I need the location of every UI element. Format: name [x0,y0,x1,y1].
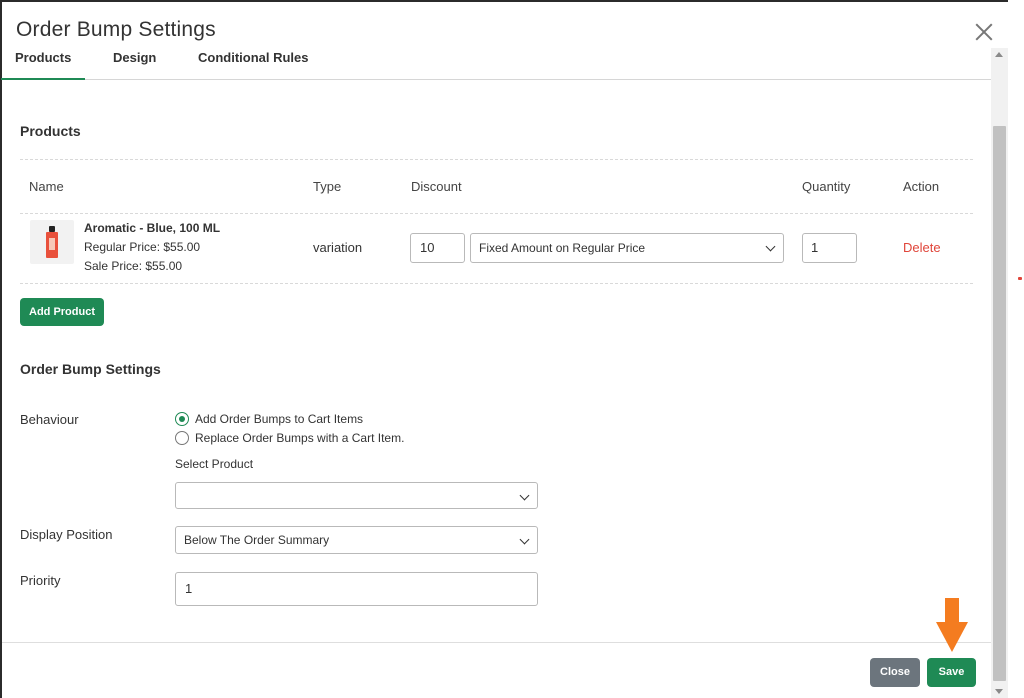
display-position-select[interactable]: Below The Order Summary [175,526,538,554]
bump-settings-title: Order Bump Settings [20,361,161,377]
product-sale-price: Sale Price: $55.00 [84,259,183,273]
column-header-type: Type [313,179,342,194]
modal-title: Order Bump Settings [16,18,216,41]
radio-replace-order-bumps[interactable] [175,431,189,445]
table-divider [20,213,973,214]
save-button[interactable]: Save [927,658,976,687]
display-position-value: Below The Order Summary [184,533,330,547]
discount-value-input[interactable]: 10 [410,233,465,263]
column-header-discount: Discount [411,179,462,194]
close-x-icon[interactable] [972,20,996,44]
tab-bar: Products Design Conditional Rules [0,48,992,80]
table-divider [20,159,973,160]
column-header-name: Name [29,179,64,194]
tab-products[interactable]: Products [0,50,86,80]
quantity-input[interactable]: 1 [802,233,857,263]
behaviour-label: Behaviour [20,412,79,427]
radio-replace-order-bumps-label: Replace Order Bumps with a Cart Item. [195,431,405,445]
product-type: variation [313,240,363,255]
select-product-dropdown[interactable] [175,482,538,509]
background-marker [1018,277,1022,280]
discount-type-value: Fixed Amount on Regular Price [479,241,646,255]
display-position-label: Display Position [20,527,113,542]
priority-label: Priority [20,573,61,588]
footer-divider [2,642,991,643]
perfume-bottle-icon [46,226,58,258]
select-product-label: Select Product [175,457,254,471]
radio-add-order-bumps[interactable] [175,412,189,426]
tab-design[interactable]: Design [113,50,156,79]
order-bump-settings-modal: Order Bump Settings Products Design Cond… [0,0,1008,698]
tab-conditional-rules[interactable]: Conditional Rules [198,50,309,79]
priority-input[interactable]: 1 [175,572,538,606]
products-section-title: Products [20,123,81,139]
product-name: Aromatic - Blue, 100 ML [84,221,221,235]
table-divider [20,283,973,284]
product-thumbnail [30,220,74,264]
add-product-button[interactable]: Add Product [20,298,104,326]
close-button[interactable]: Close [870,658,920,687]
product-regular-price: Regular Price: $55.00 [84,240,201,254]
scroll-down-icon[interactable] [995,689,1003,694]
column-header-quantity: Quantity [802,179,851,194]
column-header-action: Action [903,179,940,194]
radio-add-order-bumps-label: Add Order Bumps to Cart Items [195,412,364,426]
discount-type-select[interactable]: Fixed Amount on Regular Price [470,233,784,263]
down-arrow-annotation-icon [936,598,968,656]
delete-product-link[interactable]: Delete [903,240,941,255]
scroll-up-icon[interactable] [995,52,1003,57]
vertical-scrollbar[interactable] [991,48,1008,698]
scroll-thumb[interactable] [993,126,1006,681]
